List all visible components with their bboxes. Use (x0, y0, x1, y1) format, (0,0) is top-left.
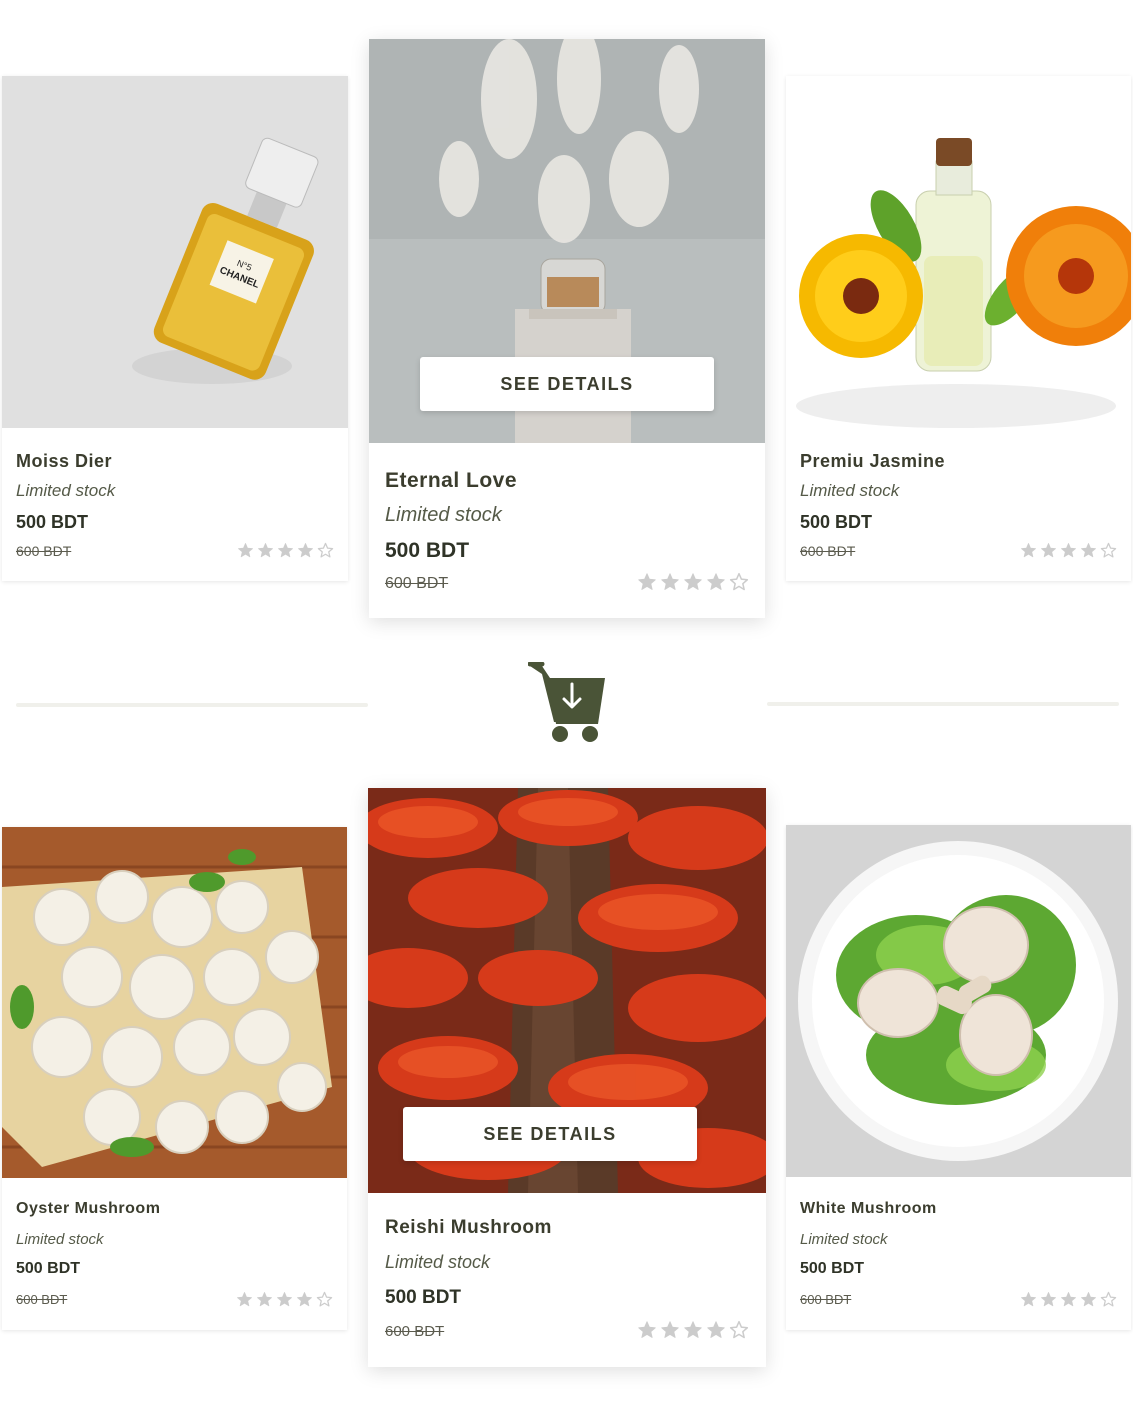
star-filled-icon[interactable] (296, 1291, 313, 1308)
product-price: 500 BDT (385, 1287, 462, 1308)
star-outline-icon[interactable] (316, 1291, 333, 1308)
star-outline-icon[interactable] (729, 1320, 749, 1340)
product-price: 500 BDT (385, 539, 470, 562)
product-name[interactable]: Moiss Dier (16, 451, 112, 472)
star-filled-icon[interactable] (1020, 1291, 1037, 1308)
star-filled-icon[interactable] (1020, 542, 1037, 559)
stock-status: Limited stock (800, 1231, 888, 1248)
star-filled-icon[interactable] (1060, 542, 1077, 559)
product-card-featured[interactable]: SEE DETAILS Eternal Love Limited stock 5… (369, 39, 765, 618)
rating-stars[interactable] (637, 572, 749, 592)
star-outline-icon[interactable] (317, 542, 334, 559)
star-filled-icon[interactable] (1060, 1291, 1077, 1308)
product-price: 500 BDT (16, 512, 89, 532)
rating-stars[interactable] (236, 1291, 333, 1308)
see-details-button[interactable]: SEE DETAILS (403, 1107, 697, 1161)
old-price: 600 BDT (16, 543, 72, 559)
jasmine-oil-image[interactable] (786, 76, 1131, 428)
product-card[interactable]: N°5 CHANEL Moiss Dier Limited stock 500 … (2, 76, 348, 581)
rating-stars[interactable] (1020, 542, 1117, 559)
star-filled-icon[interactable] (637, 572, 657, 592)
stock-status: Limited stock (16, 1231, 104, 1248)
product-price: 500 BDT (800, 512, 873, 532)
product-name[interactable]: Reishi Mushroom (385, 1217, 552, 1239)
star-filled-icon[interactable] (276, 1291, 293, 1308)
star-filled-icon[interactable] (706, 572, 726, 592)
mushroom-basket-image[interactable] (2, 827, 347, 1178)
old-price: 600 BDT (800, 543, 856, 559)
stock-status: Limited stock (385, 504, 502, 526)
product-card-featured[interactable]: SEE DETAILS Reishi Mushroom Limited stoc… (368, 788, 766, 1367)
product-price: 500 BDT (800, 1260, 865, 1277)
old-price: 600 BDT (800, 1292, 852, 1307)
star-filled-icon[interactable] (660, 1320, 680, 1340)
product-card[interactable]: Oyster Mushroom Limited stock 500 BDT 60… (2, 827, 347, 1330)
divider-line-left (16, 703, 368, 707)
star-filled-icon[interactable] (256, 1291, 273, 1308)
product-name[interactable]: Eternal Love (385, 469, 517, 493)
star-filled-icon[interactable] (706, 1320, 726, 1340)
star-outline-icon[interactable] (729, 572, 749, 592)
see-details-button[interactable]: SEE DETAILS (420, 357, 714, 411)
star-filled-icon[interactable] (237, 542, 254, 559)
star-filled-icon[interactable] (257, 542, 274, 559)
star-filled-icon[interactable] (236, 1291, 253, 1308)
star-filled-icon[interactable] (637, 1320, 657, 1340)
product-name[interactable]: Oyster Mushroom (16, 1200, 160, 1218)
rating-stars[interactable] (637, 1320, 749, 1340)
product-card[interactable]: Premiu Jasmine Limited stock 500 BDT 600… (786, 76, 1131, 581)
stock-status: Limited stock (800, 481, 900, 500)
star-filled-icon[interactable] (1080, 542, 1097, 559)
perfume-chanel-image[interactable]: N°5 CHANEL (2, 76, 348, 428)
old-price: 600 BDT (16, 1292, 68, 1307)
star-filled-icon[interactable] (660, 572, 680, 592)
old-price: 600 BDT (385, 575, 449, 592)
star-filled-icon[interactable] (683, 572, 703, 592)
divider-line-right (767, 702, 1119, 706)
star-filled-icon[interactable] (1040, 542, 1057, 559)
old-price: 600 BDT (385, 1323, 445, 1340)
product-price: 500 BDT (16, 1260, 81, 1277)
star-outline-icon[interactable] (1100, 542, 1117, 559)
star-filled-icon[interactable] (1080, 1291, 1097, 1308)
star-filled-icon[interactable] (297, 542, 314, 559)
stock-status: Limited stock (385, 1252, 491, 1272)
mushroom-plate-image[interactable] (786, 825, 1131, 1177)
rating-stars[interactable] (1020, 1291, 1117, 1308)
star-filled-icon[interactable] (683, 1320, 703, 1340)
product-name[interactable]: Premiu Jasmine (800, 451, 945, 472)
product-name[interactable]: White Mushroom (800, 1200, 937, 1218)
star-filled-icon[interactable] (277, 542, 294, 559)
rating-stars[interactable] (237, 542, 334, 559)
product-card[interactable]: White Mushroom Limited stock 500 BDT 600… (786, 825, 1131, 1330)
stock-status: Limited stock (16, 481, 116, 500)
star-filled-icon[interactable] (1040, 1291, 1057, 1308)
star-outline-icon[interactable] (1100, 1291, 1117, 1308)
cart-download-icon (527, 661, 608, 744)
